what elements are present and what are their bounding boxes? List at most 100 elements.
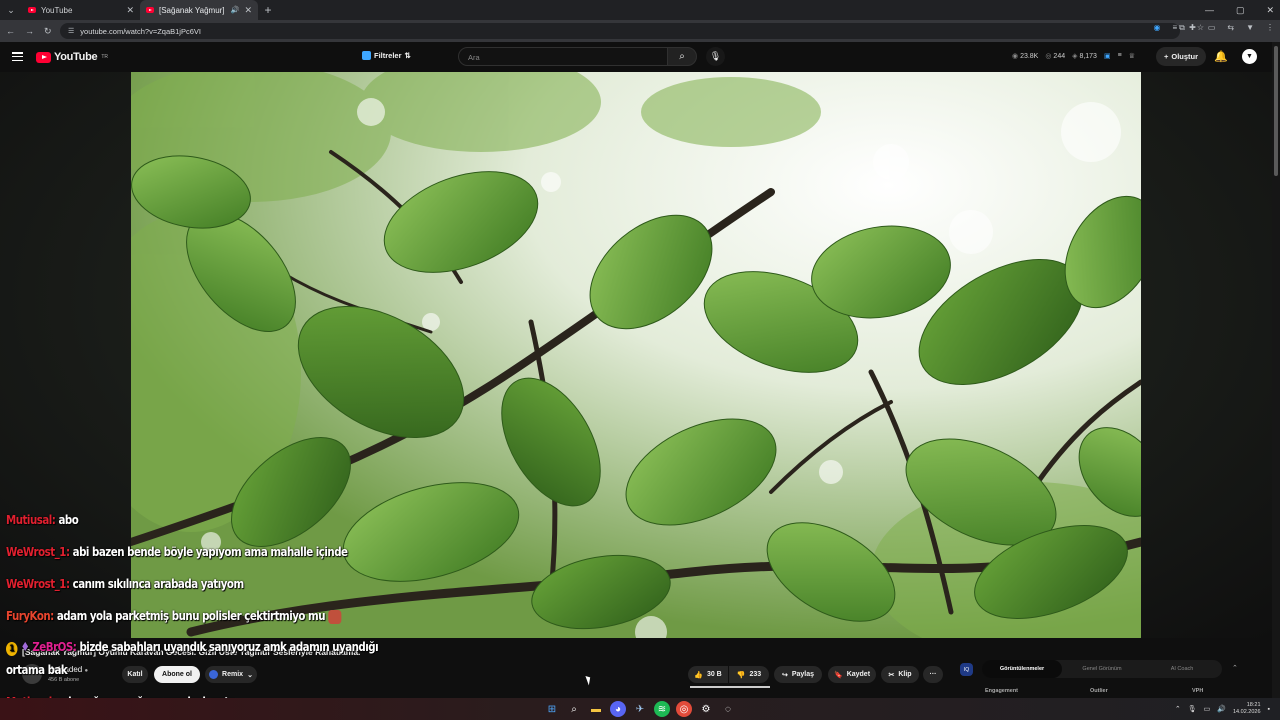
subscriber-count: 456 B abone — [48, 677, 80, 683]
scrollbar-thumb[interactable] — [1274, 46, 1278, 176]
clock[interactable]: 18:21 14.02.2026 — [1233, 702, 1261, 716]
windows-start-icon[interactable]: ⊞ — [544, 701, 560, 717]
chat-line: WeWrost_1: canım sıkılınca arabada yatıy… — [6, 576, 244, 591]
app-icon[interactable]: ◌ — [720, 701, 736, 717]
create-label: Oluştur — [1171, 52, 1199, 61]
chat-message: abi bazen bende böyle yapıyom ama mahall… — [72, 544, 348, 559]
new-tab-button[interactable]: + — [258, 3, 278, 17]
menu-icon[interactable]: ⋮ — [1266, 23, 1274, 32]
save-button[interactable]: 🔖 Kaydet — [828, 666, 876, 683]
account-avatar[interactable]: ▼ — [1242, 49, 1257, 64]
chat-line: WeWrost_1: abi bazen bende böyle yapıyom… — [6, 544, 348, 559]
file-explorer-icon[interactable]: ▬ — [588, 701, 604, 717]
maximize-button[interactable]: ▢ — [1236, 5, 1245, 16]
tab-title: [Sağanak Yağmur] Oyunlu Ka — [159, 5, 226, 15]
share-icon: ↪ — [781, 671, 788, 679]
viewers-count: 244 — [1053, 53, 1066, 60]
sidebar-icon[interactable]: ▭ — [1208, 23, 1216, 32]
extension-icon[interactable]: ⇆ — [1227, 23, 1234, 32]
close-tab-icon[interactable]: ✕ — [244, 5, 252, 16]
join-button[interactable]: Katıl — [122, 666, 148, 683]
list-icon[interactable]: ≡ — [1118, 52, 1122, 60]
forward-icon[interactable]: → — [25, 26, 34, 36]
dislike-count: 233 — [749, 671, 762, 678]
address-bar[interactable]: ☰ youtube.com/watch?v=ZqaB1jPc6VI — [60, 23, 1180, 39]
collapse-chevron-icon[interactable]: ⌃ — [1232, 664, 1238, 672]
speaker-icon[interactable]: 🔊 — [231, 6, 240, 14]
voice-search-button[interactable]: 🎙 — [706, 47, 725, 66]
search-icon[interactable]: ⌕ — [566, 701, 582, 717]
tab-overview[interactable]: Genel Görünüm — [1062, 660, 1142, 678]
chevron-down-icon: ⌄ — [247, 671, 253, 679]
extensions-area: ◉ ≡ ✚ ▭ ⇆ ▼ ⋮ — [1153, 23, 1274, 32]
eye-icon: ◉ — [1012, 53, 1021, 60]
logo-region: TR — [101, 54, 108, 60]
minimize-button[interactable]: — — [1205, 5, 1214, 15]
share-button[interactable]: ↪ Paylaş — [774, 666, 822, 683]
chat-username: FuryKon: — [6, 608, 54, 623]
browser-tab-video[interactable]: [Sağanak Yağmur] Oyunlu Ka 🔊 ✕ — [140, 0, 258, 20]
chat-line: Mutiusal: abo — [6, 512, 79, 527]
steam-icon[interactable]: ✈ — [632, 701, 648, 717]
browser-tab-strip: ⌄ YouTube ✕ [Sağanak Yağmur] Oyunlu Ka 🔊… — [0, 0, 1280, 20]
subtab-vph[interactable]: VPH — [1192, 688, 1203, 694]
create-button[interactable]: + Oluştur — [1156, 47, 1206, 66]
tray-overflow-icon[interactable]: ⌃ — [1175, 705, 1181, 713]
more-actions-button[interactable]: ··· — [923, 666, 943, 683]
remix-button[interactable]: Remix ⌄ — [205, 666, 257, 683]
like-ratio-bar — [690, 686, 770, 688]
back-icon[interactable]: ← — [6, 26, 15, 36]
notifications-bell-icon[interactable]: 🔔 — [1214, 50, 1228, 63]
extension-icon[interactable]: ▣ — [1104, 52, 1111, 60]
spotify-icon[interactable]: ≋ — [654, 701, 670, 717]
close-window-button[interactable]: ✕ — [1266, 5, 1274, 16]
tab-search-icon[interactable]: ⌄ — [0, 5, 22, 16]
close-tab-icon[interactable]: ✕ — [126, 5, 134, 16]
chat-username: Mutiusal: — [6, 512, 56, 527]
chrome-icon[interactable]: ◎ — [676, 701, 692, 717]
profile-icon[interactable]: ▼ — [1246, 23, 1254, 32]
chat-line: 1 ♦ ZeBrOS: bizde sabahları uyandık sanı… — [6, 639, 379, 656]
extensions-puzzle-icon[interactable]: ✚ — [1189, 23, 1196, 32]
search-input[interactable]: Ara — [458, 47, 668, 66]
dislike-button[interactable]: 👎 233 — [729, 666, 769, 683]
tab-ai-coach[interactable]: AI Coach — [1142, 660, 1222, 678]
browser-tab-youtube[interactable]: YouTube ✕ — [22, 0, 140, 20]
youtube-favicon-icon — [28, 7, 36, 13]
subtab-outlier[interactable]: Outlier — [1090, 688, 1108, 694]
browser-toolbar: ← → ↻ ☰ youtube.com/watch?v=ZqaB1jPc6VI … — [0, 20, 1280, 42]
logo-text: YouTube — [54, 51, 98, 63]
share-label: Paylaş — [791, 671, 815, 678]
extension-icon[interactable]: ◉ — [1153, 23, 1160, 32]
window-controls: — ▢ ✕ — [1205, 0, 1274, 20]
clip-label: Klip — [898, 671, 912, 678]
youtube-logo[interactable]: YouTube TR — [36, 51, 108, 63]
discord-icon[interactable]: ◕ — [610, 701, 626, 717]
subscribe-button[interactable]: Abone ol — [154, 666, 200, 683]
analytics-badge[interactable]: IQ — [960, 663, 973, 676]
extension-icon[interactable]: ≡ — [1172, 23, 1177, 32]
search-button[interactable]: ⌕ — [667, 47, 697, 66]
clock-time: 18:21 — [1246, 702, 1261, 708]
volume-icon[interactable]: 🔊 — [1217, 705, 1226, 713]
network-icon[interactable]: ▭ — [1204, 705, 1211, 713]
hamburger-menu-icon[interactable] — [12, 52, 23, 61]
settings-icon[interactable]: ⚙ — [698, 701, 714, 717]
mic-tray-icon[interactable]: 🎙 — [1188, 705, 1197, 713]
chat-username: ZeBrOS: — [32, 639, 77, 654]
notifications-icon[interactable]: ▪ — [1268, 706, 1270, 713]
like-button[interactable]: 👍 30 B — [688, 666, 728, 683]
subtab-engagement[interactable]: Engagement — [985, 688, 1018, 694]
channel-stats: ◉ 23.8K ◎ 244 ◈ 8,173 ▣ ≡ ♕ — [1012, 52, 1135, 60]
chat-message: bizde sabahları uyandık sanıyoruz amk ad… — [79, 639, 379, 654]
clip-button[interactable]: ✂ Klip — [881, 666, 919, 683]
chat-username: WeWrost_1: — [6, 544, 70, 559]
trophy-icon[interactable]: ♕ — [1129, 52, 1135, 60]
reload-icon[interactable]: ↻ — [44, 26, 52, 37]
filters-button[interactable]: Filtreler ⇅ — [362, 51, 411, 60]
chat-line: ortama bak — [6, 662, 68, 677]
site-info-icon[interactable]: ☰ — [68, 27, 74, 35]
search-icon: ⌕ — [679, 51, 685, 62]
tab-views[interactable]: Görüntülenmeler — [982, 660, 1062, 678]
badge-icon: ♦ — [20, 639, 30, 654]
